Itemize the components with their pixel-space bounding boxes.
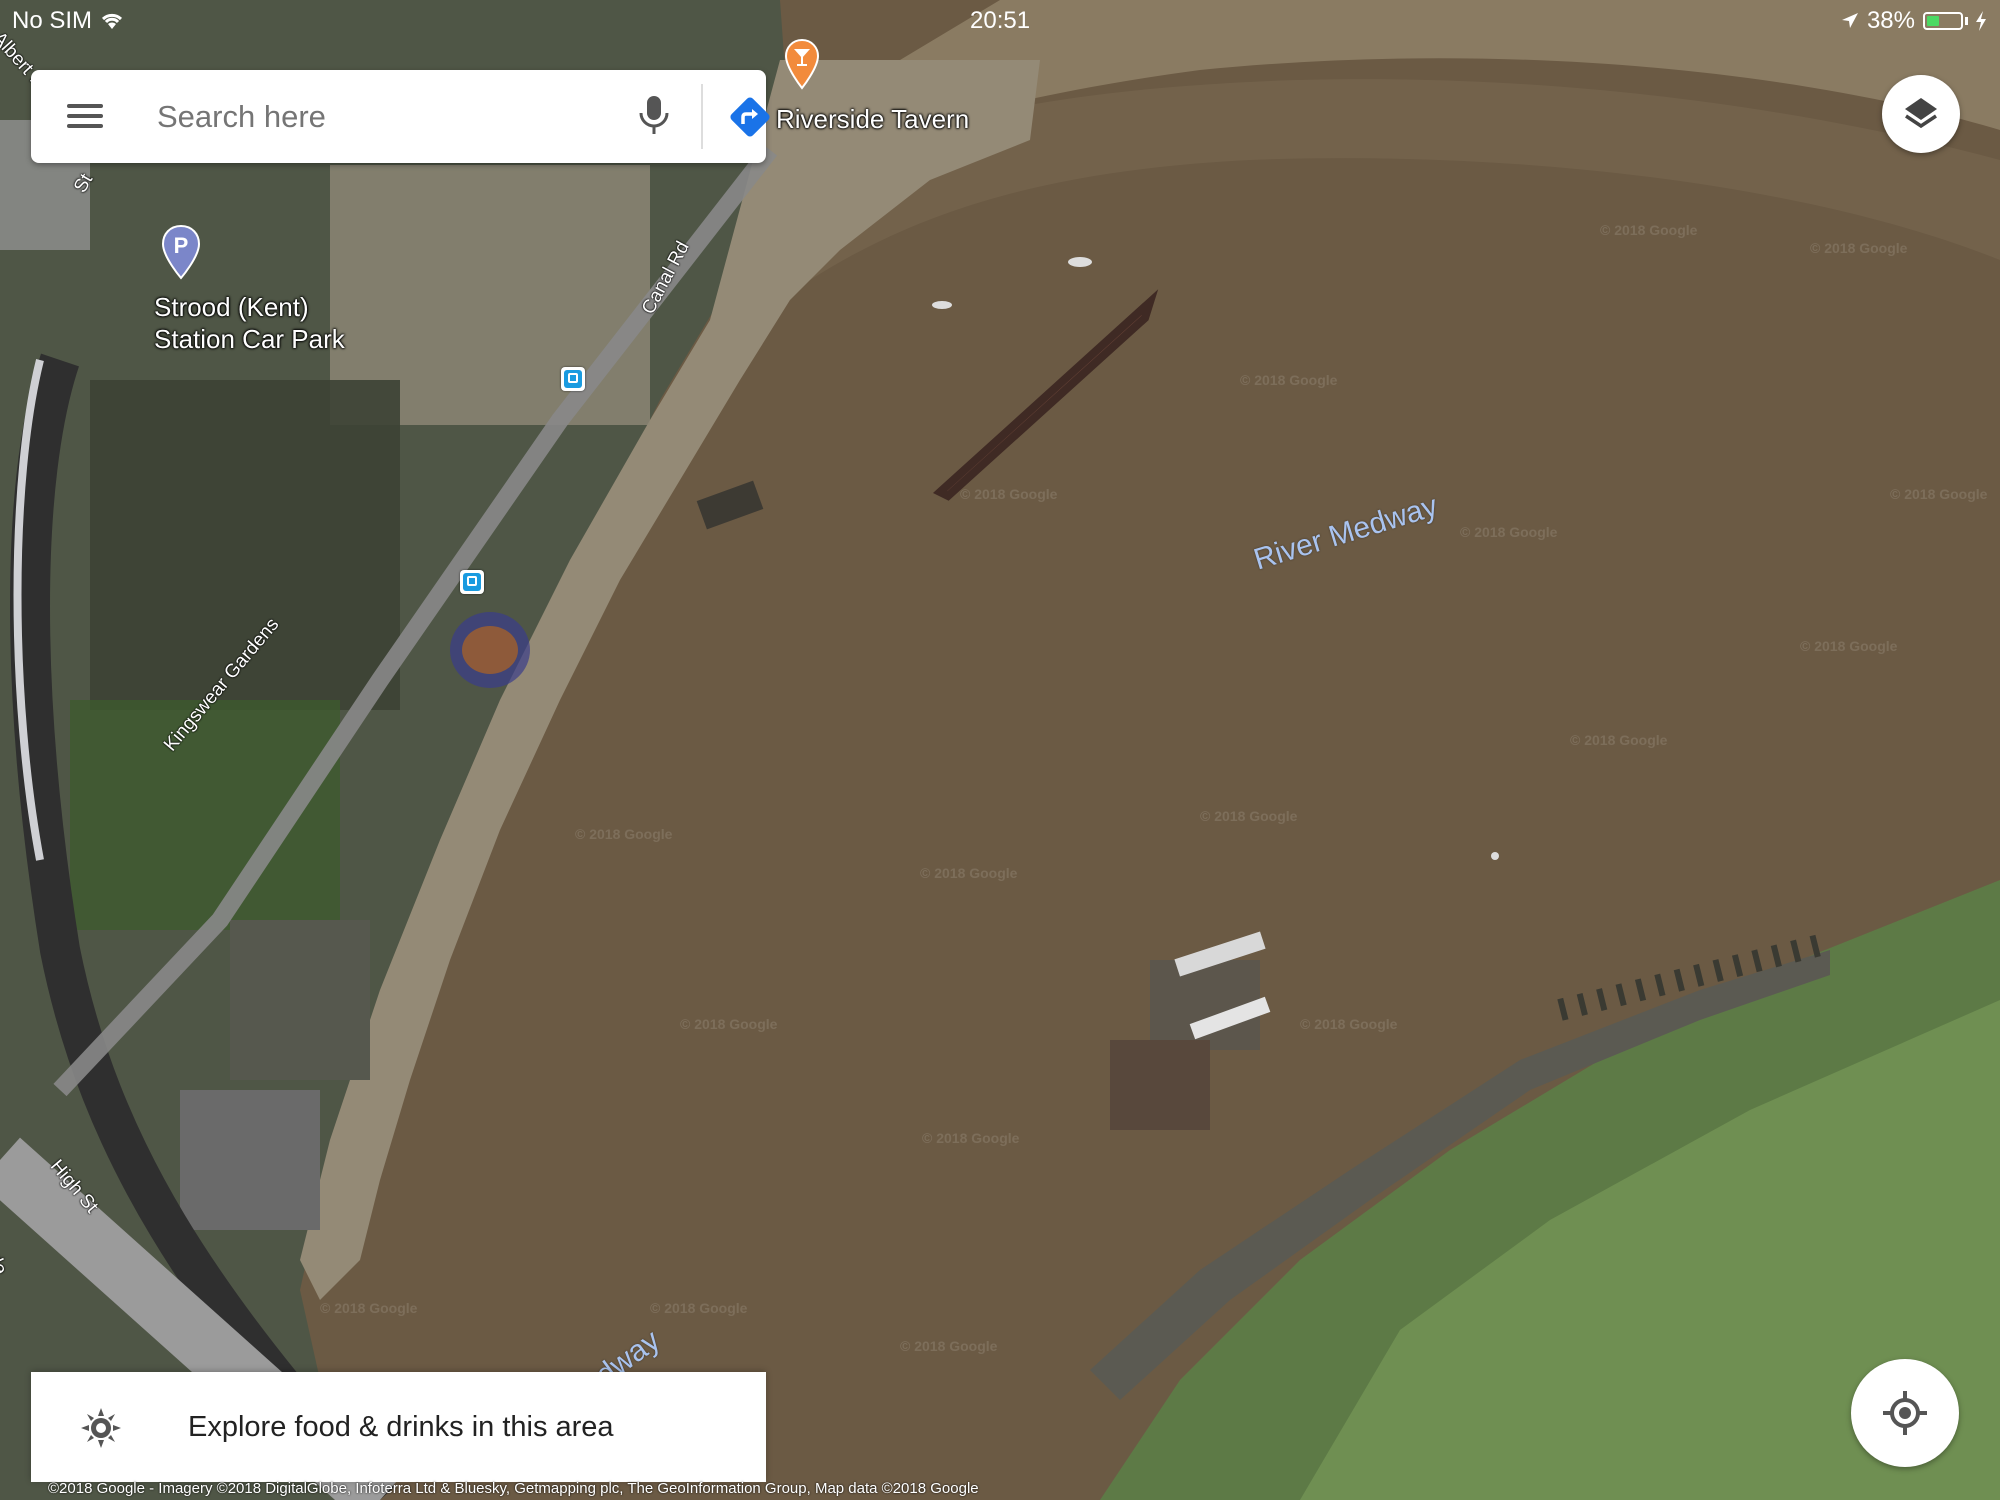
battery-icon xyxy=(1923,12,1963,30)
map-watermark: © 2018 Google xyxy=(920,865,1018,881)
microphone-icon[interactable] xyxy=(636,94,672,138)
map-watermark: © 2018 Google xyxy=(922,1130,1020,1146)
directions-icon[interactable] xyxy=(729,96,771,138)
search-divider xyxy=(701,84,703,149)
map-watermark: © 2018 Google xyxy=(1800,638,1898,654)
svg-text:P: P xyxy=(174,233,189,258)
location-arrow-icon xyxy=(1841,13,1858,28)
map-watermark: © 2018 Google xyxy=(1570,732,1668,748)
place-label-riverside-tavern[interactable]: Riverside Tavern xyxy=(776,104,969,135)
wifi-icon xyxy=(101,13,123,29)
explore-sun-icon xyxy=(81,1408,121,1448)
satellite-map[interactable] xyxy=(0,0,2000,1500)
map-watermark: © 2018 Google xyxy=(680,1016,778,1032)
map-watermark: © 2018 Google xyxy=(575,826,673,842)
charging-icon xyxy=(1976,11,1986,31)
battery-level xyxy=(1927,16,1939,26)
map-watermark: © 2018 Google xyxy=(650,1300,748,1316)
layers-icon xyxy=(1905,98,1937,129)
status-bar: No SIM 20:51 38% xyxy=(0,0,2000,40)
map-attribution: ©2018 Google - Imagery ©2018 DigitalGlob… xyxy=(48,1480,979,1497)
map-watermark: © 2018 Google xyxy=(1300,1016,1398,1032)
status-bar-left: No SIM xyxy=(12,7,124,35)
bar-pin-icon[interactable] xyxy=(784,38,820,90)
map-watermark: © 2018 Google xyxy=(1460,524,1558,540)
explore-food-drinks-button[interactable]: Explore food & drinks in this area xyxy=(31,1372,766,1482)
bus-stop-icon[interactable] xyxy=(561,367,585,391)
map-watermark: © 2018 Google xyxy=(1240,372,1338,388)
clock: 20:51 xyxy=(970,7,1031,34)
menu-icon[interactable] xyxy=(67,100,105,132)
map-watermark: © 2018 Google xyxy=(1810,240,1908,256)
map-watermark: © 2018 Google xyxy=(960,486,1058,502)
status-bar-right: 38% xyxy=(1841,7,1986,35)
map-watermark: © 2018 Google xyxy=(320,1300,418,1316)
map-watermark: © 2018 Google xyxy=(900,1338,998,1354)
explore-label: Explore food & drinks in this area xyxy=(188,1411,614,1443)
search-bar xyxy=(31,70,770,163)
search-input[interactable] xyxy=(155,90,609,144)
crosshair-icon xyxy=(1883,1391,1927,1435)
layers-button[interactable] xyxy=(1882,75,1960,153)
map-watermark: © 2018 Google xyxy=(1200,808,1298,824)
bus-stop-icon[interactable] xyxy=(460,570,484,594)
place-label-car-park-line2[interactable]: Station Car Park xyxy=(154,324,345,355)
carrier-label: No SIM xyxy=(12,7,93,34)
place-label-car-park-line1[interactable]: Strood (Kent) xyxy=(154,292,309,323)
my-location-button[interactable] xyxy=(1851,1359,1959,1467)
battery-cap xyxy=(1965,17,1968,25)
battery-percent: 38% xyxy=(1866,7,1915,34)
map-watermark: © 2018 Google xyxy=(1890,486,1988,502)
map-watermark: © 2018 Google xyxy=(1600,222,1698,238)
parking-pin-icon[interactable]: P xyxy=(160,224,202,280)
